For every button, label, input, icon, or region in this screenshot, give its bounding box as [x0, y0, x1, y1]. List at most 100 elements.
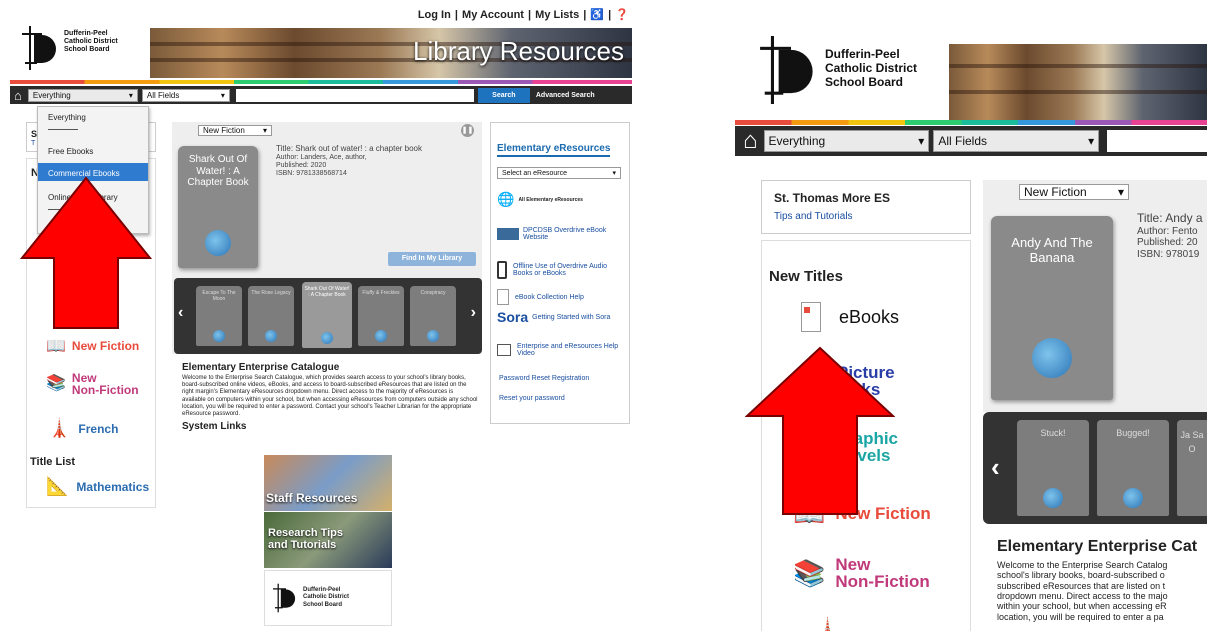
search-button[interactable]: Search [477, 87, 530, 103]
logo-line1: Dufferin-Peel [64, 30, 108, 37]
eiffel-tower-icon: 🗼 [815, 618, 840, 631]
sidebar-item-new-nonfiction[interactable]: 📚 New Non-Fiction [46, 372, 139, 396]
advanced-search-link[interactable]: Advanced Search [536, 92, 595, 99]
carousel-book-title: Stuck! [1040, 428, 1066, 438]
help-icon[interactable]: ❓ [615, 9, 629, 21]
scope-select[interactable]: Everything ▾ [763, 130, 930, 152]
carousel-prev-icon[interactable]: ‹ [991, 452, 1000, 483]
featured-author: Author: Landers, Ace, author, [276, 153, 367, 161]
board-logo-tile[interactable]: Dufferin-Peel Catholic District School B… [264, 570, 392, 626]
cloud-icon [205, 230, 231, 256]
top-links: Log In | My Account | My Lists | ♿ | ❓ [417, 9, 629, 21]
carousel-next-icon[interactable]: › [471, 304, 476, 322]
new-nonfiction-line1: New [835, 555, 871, 574]
new-titles-heading: New Titles [769, 268, 843, 285]
search-input[interactable] [235, 88, 474, 102]
tips-tutorials-link[interactable]: Tips and Tutorials [774, 211, 853, 222]
featured-details: Title: Andy a Author: Fento Published: 2… [1137, 211, 1203, 260]
carousel-book-title: Ja Sa O [1180, 430, 1204, 455]
carousel-book[interactable]: Fluffy & Freckles [358, 286, 404, 346]
eresource-video[interactable]: Enterprise and eResources Help Video [497, 343, 621, 357]
staff-resources-tile[interactable]: Staff Resources [264, 455, 392, 511]
eresource-overdrive-label: DPCDSB Overdrive eBook Website [523, 227, 607, 241]
carousel-book[interactable]: Shark Out Of Water! : A Chapter Book [302, 282, 352, 348]
carousel-book-title: The Rose Legacy [251, 290, 291, 296]
red-arrow-icon [20, 176, 152, 329]
tips-fragment: T [31, 140, 36, 147]
find-in-library-button[interactable]: Find In My Library [388, 252, 476, 266]
carousel-prev-icon[interactable]: ‹ [178, 304, 183, 322]
eresource-sora[interactable]: Sora Getting Started with Sora [497, 309, 610, 325]
login-link[interactable]: Log In [418, 9, 451, 21]
catalogue-line: dropdown menu. Direct access to the majo [997, 591, 1168, 602]
home-icon[interactable]: ⌂ [743, 127, 758, 155]
carousel-book[interactable]: Bugged! [1097, 420, 1169, 516]
field-value: All Fields [938, 134, 987, 148]
dropdown-option-free-ebooks[interactable]: Free Ebooks [38, 141, 148, 159]
carousel-book-title: Fluffy & Freckles [362, 290, 400, 296]
featured-book-cover[interactable]: Andy And The Banana [991, 216, 1113, 400]
eresource-overdrive[interactable]: DPCDSB Overdrive eBook Website [497, 227, 617, 241]
carousel-book[interactable]: The Rose Legacy [248, 286, 294, 346]
featured-select-value: New Fiction [1024, 185, 1087, 199]
red-arrow-icon [745, 346, 895, 515]
catalogue-line: Welcome to the Enterprise Search Catalog [997, 560, 1168, 570]
catalogue-line: within your school, but when accessing e… [997, 601, 1167, 612]
eresources-heading: Elementary eResources [497, 143, 611, 157]
logo-line3: School Board [64, 46, 110, 54]
chevron-down-icon: ▾ [220, 90, 225, 100]
carousel-book[interactable]: Stuck! [1017, 420, 1089, 516]
staff-resources-label: Staff Resources [266, 491, 358, 505]
eresource-help[interactable]: eBook Collection Help [497, 289, 584, 305]
mathematics-label: Mathematics [76, 479, 150, 494]
chevron-down-icon: ▾ [128, 90, 133, 100]
sidebar-item-new-nonfiction[interactable]: 📚 New Non-Fiction [793, 556, 930, 590]
chevron-down-icon: ▾ [1117, 185, 1124, 199]
eresource-offline[interactable]: Offline Use of Overdrive Audio Books or … [497, 261, 617, 279]
featured-select[interactable]: New Fiction ▾ [1019, 184, 1129, 200]
field-select[interactable]: All Fields ▾ [933, 130, 1100, 152]
scope-value: Everything [32, 90, 71, 100]
new-nonfiction-line2: Non-Fiction [71, 383, 139, 397]
password-reset-link[interactable]: Password Reset Registration [499, 375, 589, 382]
carousel-book[interactable]: Escape To The Moon [196, 286, 242, 346]
featured-select[interactable]: New Fiction ▾ [198, 125, 272, 136]
carousel-book-title: Conspiracy [420, 290, 446, 296]
accessibility-icon[interactable]: ♿ [590, 9, 604, 21]
pause-icon[interactable]: ❚❚ [461, 124, 474, 137]
carousel-book-title: Bugged! [1116, 428, 1150, 438]
sidebar-item-french[interactable]: 🗼 French [48, 418, 118, 439]
document-icon [497, 289, 509, 305]
research-tips-tile[interactable]: Research Tips and Tutorials [264, 512, 392, 568]
sidebar-item-new-fiction[interactable]: 📖 New Fiction [46, 336, 139, 356]
sidebar-item-ebooks[interactable]: eBooks [801, 302, 899, 332]
featured-book-cover[interactable]: Shark Out Of Water! : A Chapter Book [178, 146, 258, 268]
books-stack-icon: 📚 [46, 375, 66, 392]
eresource-sora-label: Getting Started with Sora [532, 313, 611, 321]
eresource-select-value: Select an eResource [502, 169, 567, 177]
board-logo: Dufferin-Peel Catholic District School B… [759, 36, 917, 104]
carousel-book[interactable]: Ja Sa O [1177, 420, 1207, 516]
search-bar: ⌂ Everything ▾ All Fields ▾ Search Advance… [10, 86, 632, 104]
new-fiction-label: New Fiction [71, 339, 140, 353]
eresource-select[interactable]: Select an eResource ▾ [497, 167, 621, 179]
dropdown-option-everything[interactable]: Everything [38, 107, 148, 125]
my-account-link[interactable]: My Account [462, 9, 524, 21]
carousel-book[interactable]: Conspiracy [410, 286, 456, 346]
scope-select[interactable]: Everything ▾ [27, 88, 138, 102]
tile-logo-line1: Dufferin-Peel [303, 587, 341, 594]
banner-title: Library Resources [413, 36, 624, 66]
logo-mark-icon [273, 583, 296, 613]
eresource-help-label: eBook Collection Help [515, 293, 584, 301]
featured-select-value: New Fiction [203, 126, 245, 135]
field-select[interactable]: All Fields ▾ [141, 88, 230, 102]
search-input[interactable] [1107, 130, 1207, 152]
home-icon[interactable]: ⌂ [14, 88, 22, 103]
search-bar: ⌂ Everything ▾ All Fields ▾ [735, 126, 1207, 156]
my-lists-link[interactable]: My Lists [535, 9, 579, 21]
reset-password-link[interactable]: Reset your password [499, 395, 565, 402]
field-value: All Fields [146, 90, 180, 100]
sidebar-item-mathematics[interactable]: 📐 Mathematics [46, 476, 149, 497]
logo-mark-icon [22, 26, 56, 70]
eresource-all[interactable]: 🌐 All Elementary eResources [497, 191, 583, 208]
